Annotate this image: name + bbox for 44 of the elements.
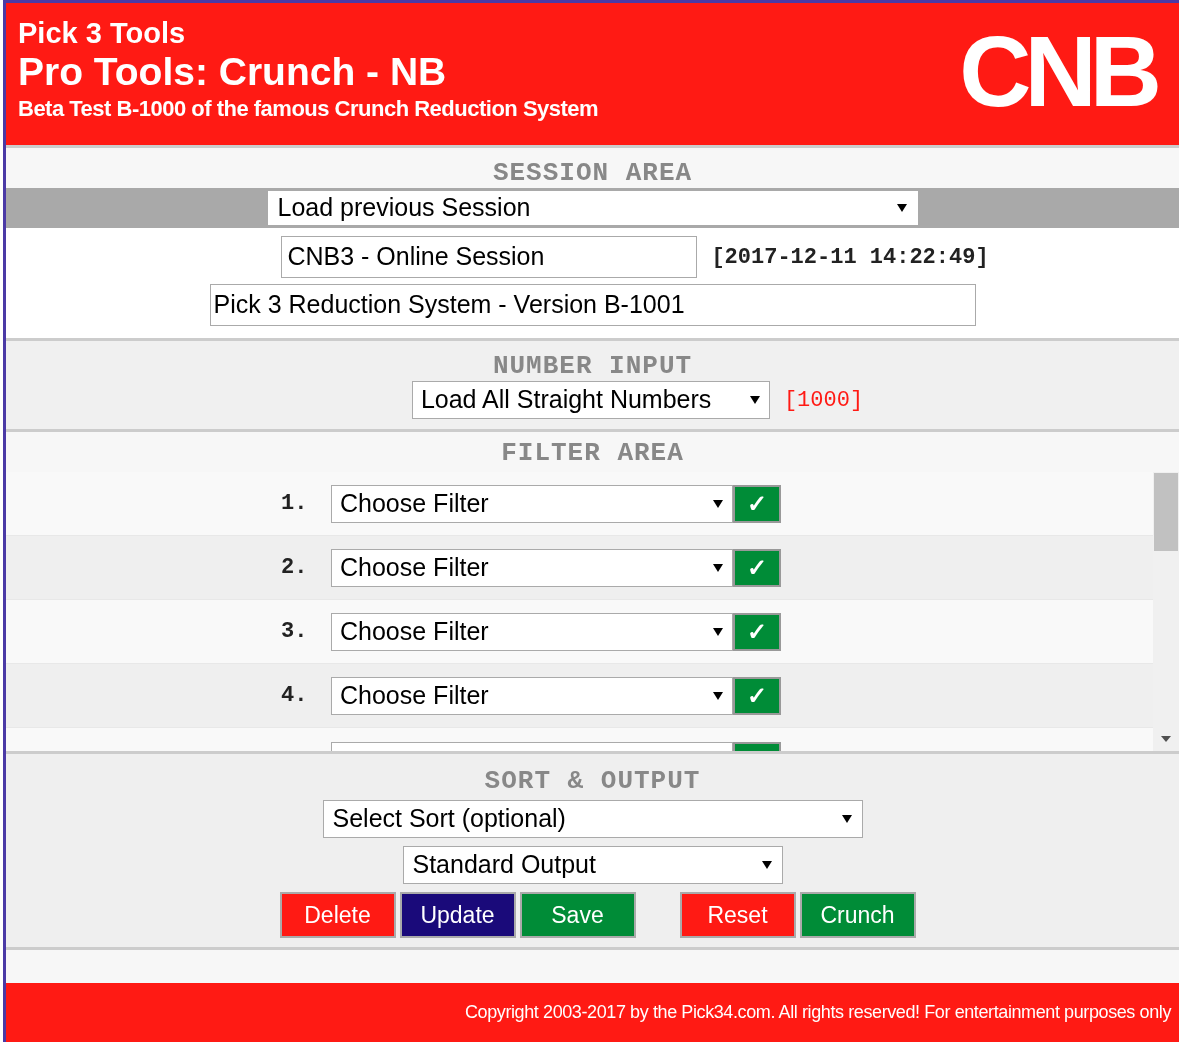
apply-filter-button[interactable]: ✓ [733, 548, 781, 587]
action-button[interactable]: Delete [279, 892, 396, 938]
filter-number: 1. [281, 490, 309, 518]
filter-number: 4. [281, 682, 309, 710]
apply-filter-button[interactable]: ✓ [733, 612, 781, 651]
scroll-down-icon[interactable] [1160, 735, 1172, 743]
caret-icon [712, 562, 724, 573]
numbers-dropdown[interactable]: Load All Straight Numbers [411, 381, 770, 419]
caret-icon [895, 203, 908, 213]
section-heading: SESSION AREA [492, 158, 693, 188]
filter-dropdown[interactable]: Choose Filter [331, 484, 733, 523]
caret-icon [712, 626, 724, 637]
caret-icon [760, 860, 773, 870]
page-title: Pro Tools: Crunch - NB [18, 49, 448, 95]
filter-number: 3. [281, 618, 309, 646]
filter-dropdown[interactable]: Choose Filter [331, 612, 733, 651]
caret-icon [748, 395, 761, 405]
output-dropdown[interactable]: Standard Output [402, 846, 783, 884]
filter-dropdown[interactable]: Choose Filter [331, 676, 733, 715]
sort-dropdown[interactable]: Select Sort (optional) [322, 800, 863, 838]
section-heading: SORT & OUTPUT [484, 766, 701, 796]
action-button[interactable]: Reset [679, 892, 796, 938]
apply-filter-button[interactable]: ✓ [733, 484, 781, 523]
caret-icon [712, 498, 724, 509]
action-button[interactable]: Update [399, 892, 516, 938]
number-count: [1000] [783, 386, 864, 415]
section-heading: NUMBER INPUT [492, 351, 693, 381]
filter-number: 2. [281, 554, 309, 582]
scrollbar[interactable] [1153, 472, 1179, 751]
action-button[interactable]: Crunch [799, 892, 916, 938]
caret-icon [840, 814, 853, 824]
session-dropdown[interactable]: Load previous Session [267, 191, 918, 225]
filter-dropdown[interactable]: Choose Filter [331, 548, 733, 587]
apply-filter-button[interactable]: ✓ [733, 676, 781, 715]
session-name-field[interactable]: CNB3 - Online Session [281, 236, 698, 278]
caret-icon [712, 690, 724, 701]
action-button[interactable]: Save [519, 892, 636, 938]
app-name: Pick 3 Tools [18, 17, 187, 49]
subtitle: Beta Test B-1000 of the famous Crunch Reduction System [18, 95, 599, 123]
section-heading: FILTER AREA [501, 438, 684, 468]
timestamp: [2017-12-11 14:22:49] [711, 243, 989, 272]
copyright-text: Copyright 2003-2017 by the Pick34.com. All rights reserved! For entertainment purposes only [465, 1001, 1171, 1024]
logo: CNB [959, 21, 1157, 121]
description-field[interactable]: Pick 3 Reduction System - Version B-1001 [209, 284, 976, 326]
